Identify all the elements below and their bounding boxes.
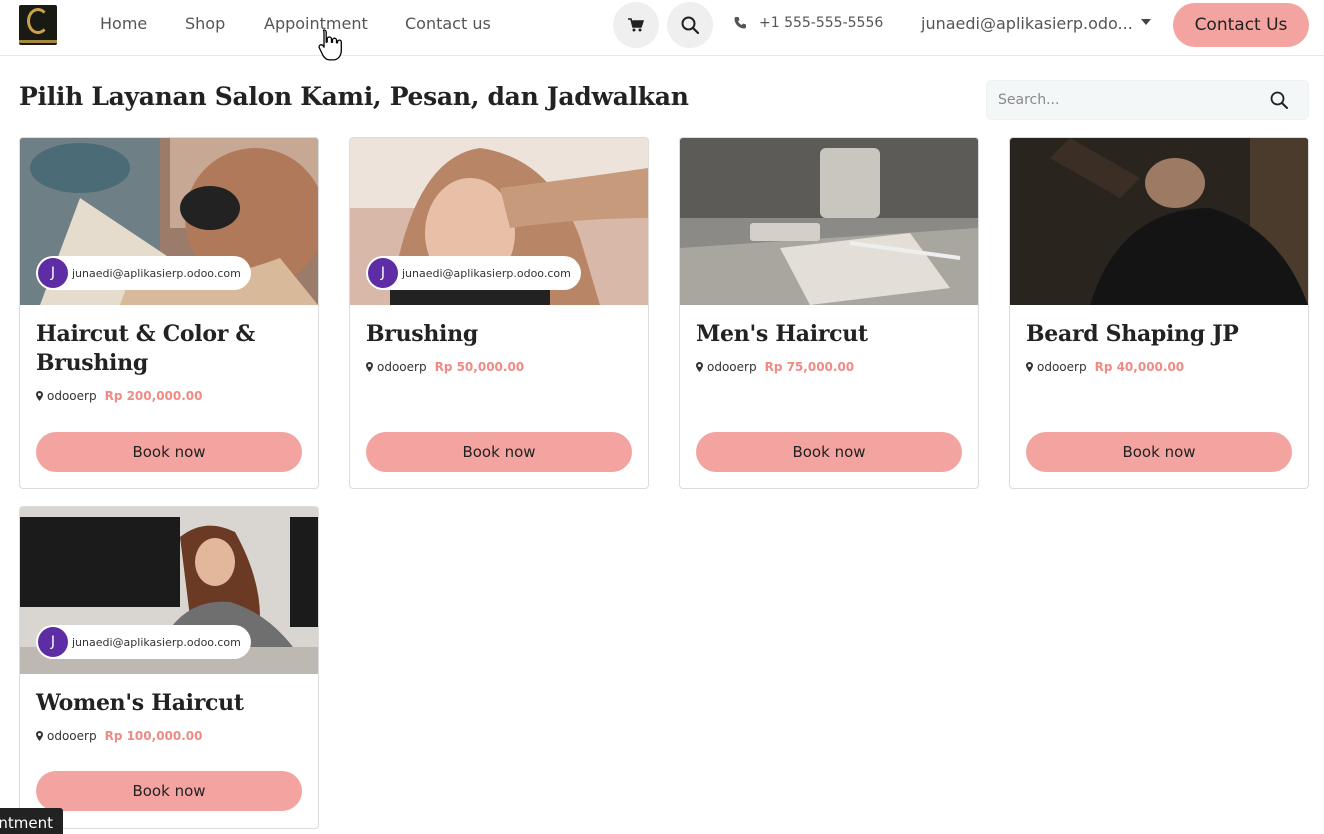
book-now-button[interactable]: Book now: [366, 432, 632, 472]
service-image-mens-haircut: [680, 138, 978, 305]
book-now-button[interactable]: Book now: [36, 432, 302, 472]
user-email: junaedi@aplikasierp.odo...: [921, 14, 1133, 33]
service-meta: odooerp Rp 200,000.00: [36, 389, 203, 403]
service-location: odooerp: [1026, 360, 1087, 374]
contact-us-button[interactable]: Contact Us: [1173, 3, 1309, 47]
nav-appointment[interactable]: Appointment: [264, 14, 368, 33]
caret-down-icon: [1140, 18, 1151, 25]
service-price: Rp 75,000.00: [764, 360, 855, 374]
header-search-button[interactable]: [667, 2, 713, 48]
book-now-button[interactable]: Book now: [36, 771, 302, 811]
service-price: Rp 40,000.00: [1094, 360, 1185, 374]
page-title: Pilih Layanan Salon Kami, Pesan, dan Jad…: [19, 82, 689, 111]
map-marker-icon: [1026, 362, 1033, 372]
nav-contact-us[interactable]: Contact us: [405, 14, 491, 33]
service-name: Beard Shaping JP: [1026, 321, 1239, 347]
staff-email: junaedi@aplikasierp.odoo.com: [72, 266, 241, 280]
map-marker-icon: [696, 362, 703, 372]
service-price: Rp 200,000.00: [104, 389, 203, 403]
avatar: J: [368, 258, 398, 288]
service-meta: odooerp Rp 40,000.00: [1026, 360, 1184, 374]
search-input[interactable]: [987, 81, 1257, 119]
avatar: J: [38, 627, 68, 657]
phone-contact[interactable]: +1 555-555-5556: [733, 15, 883, 31]
service-meta: odooerp Rp 50,000.00: [366, 360, 524, 374]
book-now-button[interactable]: Book now: [1026, 432, 1292, 472]
service-card[interactable]: J junaedi@aplikasierp.odoo.com Brushing …: [349, 137, 649, 489]
service-card[interactable]: Men's Haircut odooerp Rp 75,000.00 Book …: [679, 137, 979, 489]
service-meta: odooerp Rp 100,000.00: [36, 729, 203, 743]
staff-email: junaedi@aplikasierp.odoo.com: [402, 266, 571, 280]
cart-button[interactable]: [613, 2, 659, 48]
nav-shop[interactable]: Shop: [185, 14, 225, 33]
service-search-box: [986, 80, 1309, 120]
service-name: Men's Haircut: [696, 321, 868, 347]
service-card[interactable]: J junaedi@aplikasierp.odoo.com Haircut &…: [19, 137, 319, 489]
service-name: Brushing: [366, 321, 478, 347]
staff-badge: J junaedi@aplikasierp.odoo.com: [36, 625, 251, 659]
shopping-cart-icon: [628, 18, 644, 32]
service-name: Women's Haircut: [36, 690, 244, 716]
tooltip: ntment: [0, 808, 63, 834]
service-price: Rp 100,000.00: [104, 729, 203, 743]
nav-home[interactable]: Home: [100, 14, 147, 33]
hand-pointer-icon: [318, 29, 342, 61]
staff-badge: J junaedi@aplikasierp.odoo.com: [36, 256, 251, 290]
book-now-button[interactable]: Book now: [696, 432, 962, 472]
phone-icon: [734, 17, 746, 29]
service-meta: odooerp Rp 75,000.00: [696, 360, 854, 374]
service-location: odooerp: [36, 389, 97, 403]
service-location: odooerp: [36, 729, 97, 743]
service-location: odooerp: [366, 360, 427, 374]
service-card[interactable]: J junaedi@aplikasierp.odoo.com Women's H…: [19, 506, 319, 829]
avatar: J: [38, 258, 68, 288]
service-price: Rp 50,000.00: [434, 360, 525, 374]
service-card[interactable]: Beard Shaping JP odooerp Rp 40,000.00 Bo…: [1009, 137, 1309, 489]
service-location: odooerp: [696, 360, 757, 374]
search-icon: [681, 16, 699, 34]
tooltip-text: ntment: [0, 814, 53, 832]
staff-badge: J junaedi@aplikasierp.odoo.com: [366, 256, 581, 290]
map-marker-icon: [36, 391, 43, 401]
map-marker-icon: [366, 362, 373, 372]
phone-number: +1 555-555-5556: [759, 15, 884, 31]
user-account-dropdown[interactable]: junaedi@aplikasierp.odo...: [921, 14, 1151, 33]
map-marker-icon: [36, 731, 43, 741]
staff-email: junaedi@aplikasierp.odoo.com: [72, 635, 241, 649]
site-header: Home Shop Appointment Contact us +1 555-…: [0, 0, 1324, 56]
service-name: Haircut & Color & Brushing: [36, 321, 255, 376]
search-icon[interactable]: [1270, 91, 1288, 109]
service-image-beard-shaping: [1010, 138, 1308, 305]
beauty-hair-logo[interactable]: [19, 5, 57, 45]
